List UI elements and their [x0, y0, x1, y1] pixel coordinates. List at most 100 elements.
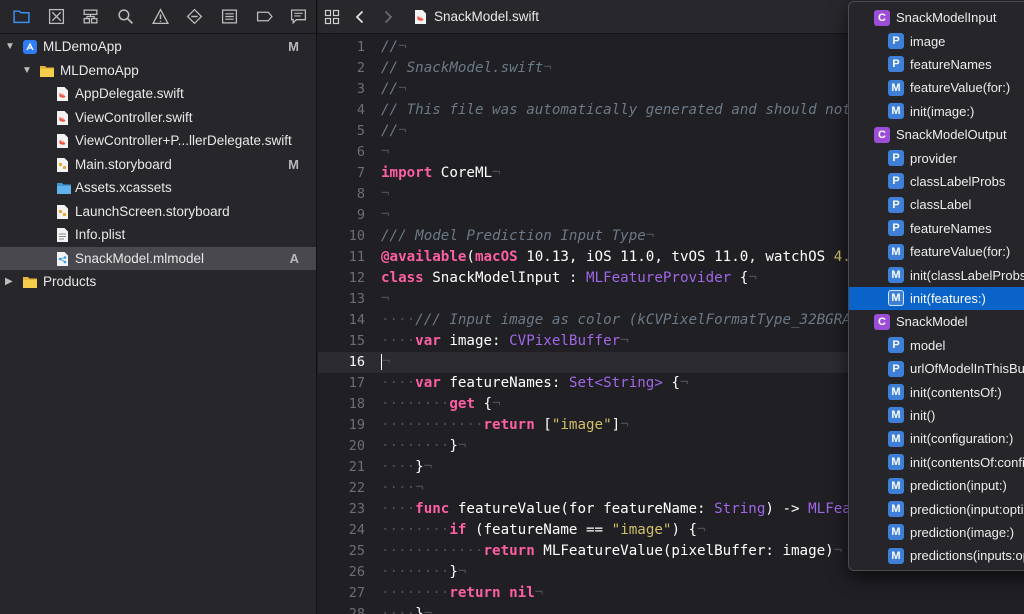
disclosure-collapsed-icon[interactable]: ▶	[5, 276, 13, 287]
code-token: ¬	[382, 354, 391, 370]
debug-list-icon[interactable]	[212, 2, 247, 32]
line-number: 16	[348, 354, 365, 370]
tree-row[interactable]: SnackModel.mlmodel A	[0, 246, 316, 270]
completion-item[interactable]: Minit(contentsOf:)	[849, 380, 1024, 403]
method-kind-icon: M	[888, 547, 904, 564]
code-token: ¬	[492, 165, 501, 181]
completion-item[interactable]: PclassLabelProbs	[849, 170, 1024, 193]
completion-item[interactable]: Minit(contentsOf:configuration:)	[849, 451, 1024, 474]
completion-item[interactable]: Mpredictions(inputs:options:)	[849, 544, 1024, 567]
related-items-icon[interactable]	[318, 2, 346, 32]
line-number: 1	[356, 39, 365, 55]
code-token: "image"	[611, 522, 672, 538]
completion-item[interactable]: Pmodel	[849, 334, 1024, 357]
warning-icon[interactable]	[143, 2, 178, 32]
source-control-icon[interactable]	[39, 2, 74, 32]
completion-item-label: SnackModel	[896, 314, 968, 330]
completion-item[interactable]: Minit(classLabelProbs:classLabel:)	[849, 263, 1024, 286]
code-line[interactable]: 27 ········return nil¬	[318, 583, 1024, 604]
tree-row[interactable]: Main.storyboard M	[0, 153, 316, 177]
tree-row-label: MLDemoApp	[43, 39, 122, 55]
code-token: ····	[381, 501, 416, 517]
disclosure-expanded-icon[interactable]: ▼	[5, 41, 15, 52]
tree-row-label: MLDemoApp	[60, 62, 139, 78]
property-kind-icon: P	[888, 56, 904, 73]
method-kind-icon: M	[888, 383, 904, 400]
test-diamond-icon[interactable]	[177, 2, 212, 32]
line-number: 9	[356, 207, 365, 223]
completion-item[interactable]: C SnackModelOutput	[849, 123, 1024, 146]
code-token: var	[415, 375, 441, 391]
jump-bar-file[interactable]: SnackModel.swift	[414, 9, 539, 25]
completion-item[interactable]: MfeatureValue(for:)	[849, 240, 1024, 263]
code-token: return	[483, 543, 535, 559]
completion-item[interactable]: Mprediction(image:)	[849, 521, 1024, 544]
method-kind-icon: M	[888, 103, 904, 120]
completion-item[interactable]: Mprediction(input:options:)	[849, 497, 1024, 520]
completion-item[interactable]: Pprovider	[849, 146, 1024, 169]
code-text: //¬	[381, 121, 407, 142]
code-text: ¬	[381, 184, 390, 205]
code-token: ¬	[534, 585, 544, 601]
code-text: @available(macOS 10.13, iOS 11.0, tvOS 1…	[381, 247, 902, 268]
tree-row-label: ViewController+P...llerDelegate.swift	[75, 133, 292, 149]
property-kind-icon: P	[888, 337, 904, 354]
code-token: ········	[381, 522, 450, 538]
code-text: //¬	[381, 79, 407, 100]
back-chevron-icon[interactable]	[346, 2, 374, 32]
completion-item[interactable]: Minit(configuration:)	[849, 427, 1024, 450]
code-line[interactable]: 28 ····}¬	[318, 604, 1024, 614]
plist-icon	[56, 227, 72, 243]
folder-icon[interactable]	[4, 2, 39, 32]
completion-item[interactable]: C SnackModel	[849, 310, 1024, 333]
code-token: return	[483, 417, 535, 433]
disclosure-expanded-icon[interactable]: ▼	[22, 65, 32, 76]
symbol-hierarchy-icon[interactable]	[73, 2, 108, 32]
code-token: var	[415, 333, 441, 349]
breakpoint-icon[interactable]	[247, 2, 282, 32]
completion-item-label: SnackModelInput	[896, 10, 997, 26]
completion-item[interactable]: Minit(image:)	[849, 100, 1024, 123]
tree-row[interactable]: AppDelegate.swift	[0, 82, 316, 106]
tree-row[interactable]: ViewController+P...llerDelegate.swift	[0, 129, 316, 153]
tree-row[interactable]: LaunchScreen.storyboard	[0, 200, 316, 224]
report-icon[interactable]	[281, 2, 316, 32]
completion-item-label: init(configuration:)	[910, 431, 1014, 447]
code-token: ········	[381, 396, 450, 412]
tree-row-label: Assets.xcassets	[75, 180, 172, 196]
code-token: class	[381, 270, 424, 286]
method-kind-icon: M	[888, 290, 904, 307]
find-icon[interactable]	[108, 2, 143, 32]
completion-item[interactable]: PurlOfModelInThisBundle	[849, 357, 1024, 380]
line-number: 21	[348, 459, 365, 475]
property-kind-icon: P	[888, 149, 904, 166]
tree-row[interactable]: Assets.xcassets	[0, 176, 316, 200]
code-token: //	[381, 123, 399, 139]
tree-row[interactable]: ViewController.swift	[0, 106, 316, 130]
tree-row[interactable]: ▶ Products	[0, 270, 316, 294]
forward-chevron-icon[interactable]	[374, 2, 402, 32]
completion-item[interactable]: PfeatureNames	[849, 53, 1024, 76]
code-token: ····	[381, 375, 416, 391]
class-kind-icon: C	[874, 126, 890, 143]
completion-item-label: featureNames	[910, 220, 992, 236]
code-token: {	[474, 396, 493, 412]
storyboard-icon	[56, 157, 72, 173]
completion-item[interactable]: Minit(features:)	[849, 286, 1024, 311]
tree-row[interactable]: ▼ MLDemoApp M	[0, 35, 316, 59]
code-token: ············	[381, 543, 484, 559]
completion-item[interactable]: PfeatureNames	[849, 217, 1024, 240]
property-kind-icon: P	[888, 196, 904, 213]
completion-item[interactable]: MfeatureValue(for:)	[849, 76, 1024, 99]
swift-file-icon	[415, 9, 426, 24]
completion-item[interactable]: C SnackModelInput	[849, 6, 1024, 29]
completion-item[interactable]: Pimage	[849, 29, 1024, 52]
code-token: SnackModelInput :	[423, 270, 587, 286]
tree-row[interactable]: ▼ MLDemoApp	[0, 59, 316, 83]
scm-status-badge: M	[288, 39, 299, 55]
tree-row[interactable]: Info.plist	[0, 223, 316, 247]
code-token: ¬	[381, 144, 390, 160]
completion-item[interactable]: Mprediction(input:)	[849, 474, 1024, 497]
completion-item[interactable]: PclassLabel	[849, 193, 1024, 216]
completion-item[interactable]: Minit()	[849, 404, 1024, 427]
